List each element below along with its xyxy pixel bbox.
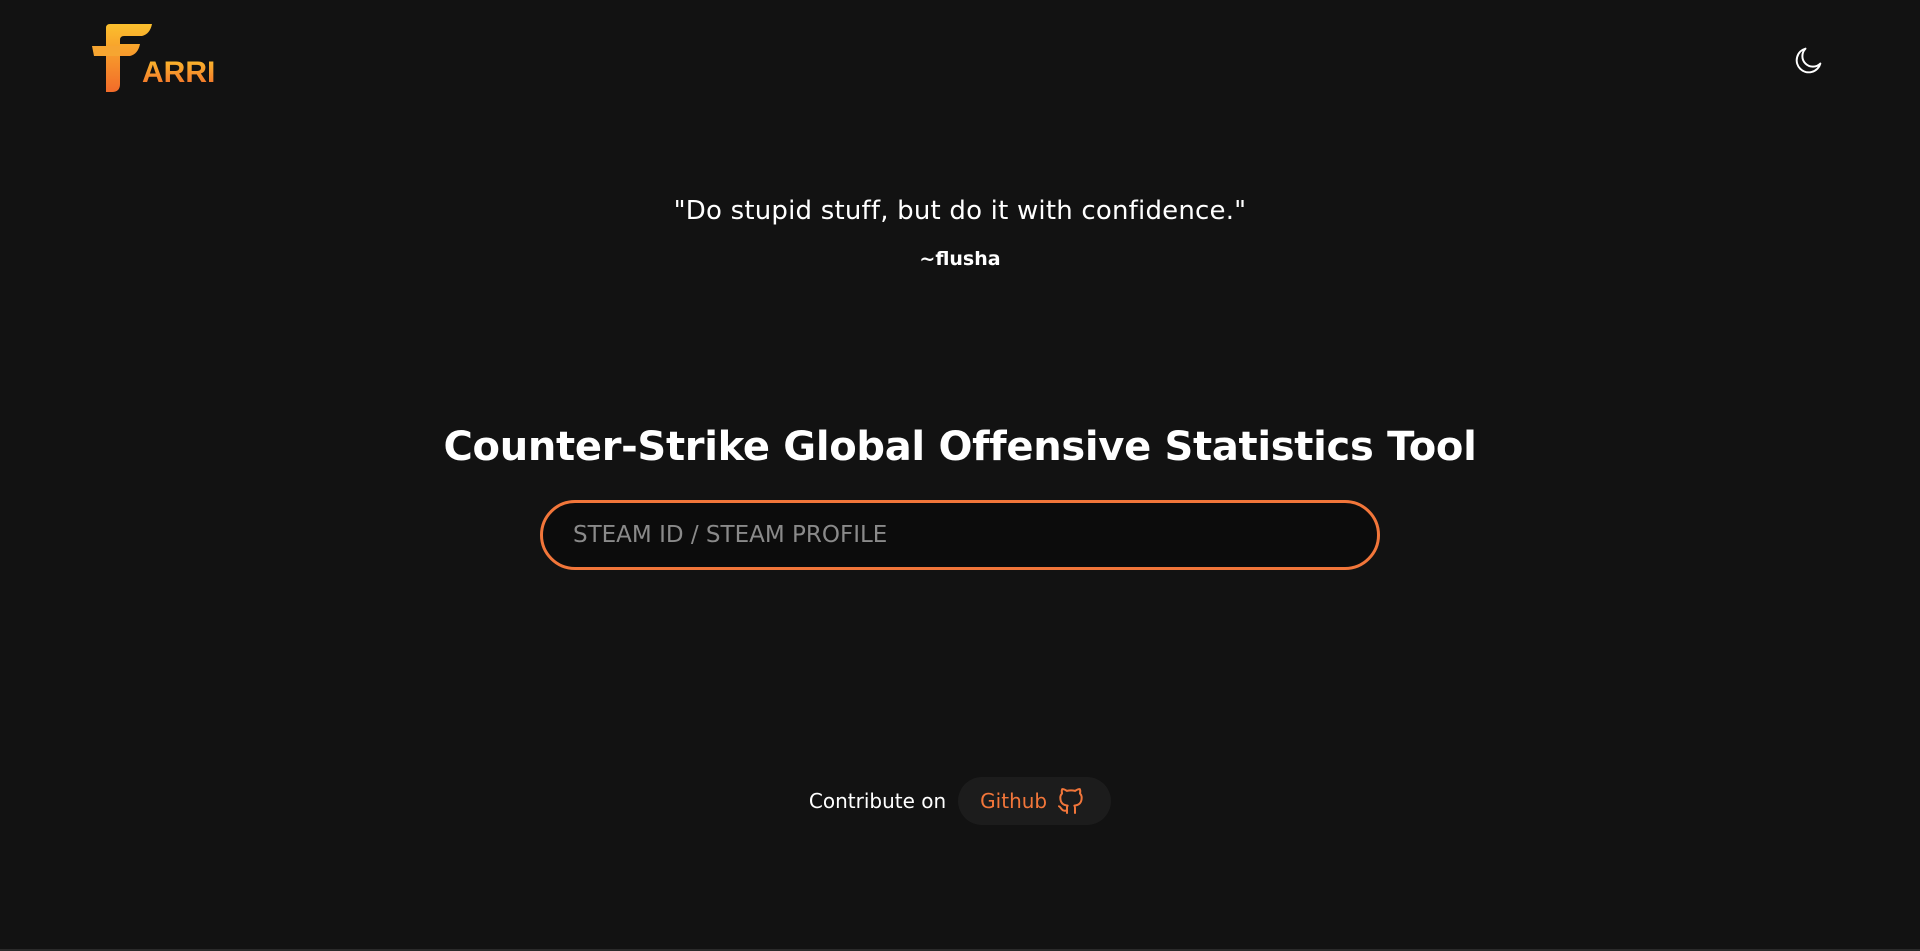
logo-icon: ARRI (92, 24, 215, 92)
github-label: Github (980, 789, 1048, 813)
github-icon (1058, 788, 1083, 814)
quote-text: "Do stupid stuff, but do it with confide… (673, 196, 1247, 226)
page-title: Counter-Strike Global Offensive Statisti… (443, 424, 1477, 470)
logo-text: ARRI (142, 56, 215, 89)
quote-author: ~flusha (919, 248, 1001, 270)
steam-id-search-input[interactable] (540, 500, 1380, 570)
github-button[interactable]: Github (958, 777, 1112, 825)
farri-logo[interactable]: ARRI (90, 22, 222, 94)
footer: Contribute on Github (0, 777, 1920, 825)
contribute-text: Contribute on (808, 789, 947, 813)
page: ARRI "Do stupid stuff, but do it with co… (0, 0, 1920, 951)
moon-icon (1795, 47, 1822, 74)
theme-toggle-button[interactable] (1790, 41, 1828, 79)
